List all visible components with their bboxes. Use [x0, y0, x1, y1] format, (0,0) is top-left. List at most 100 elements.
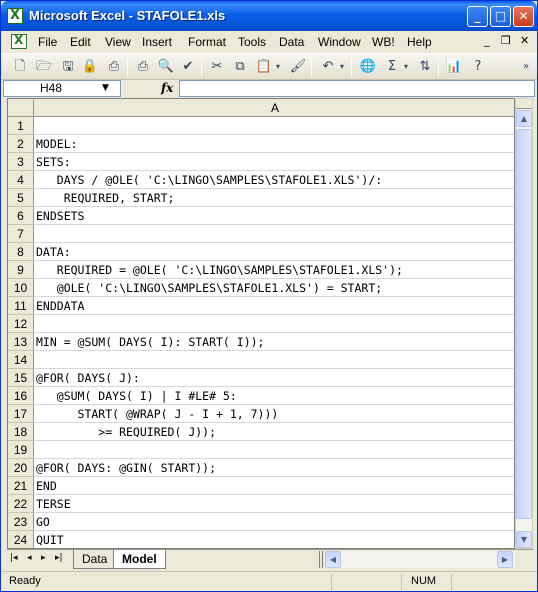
- menu-insert[interactable]: Insert: [142, 35, 172, 49]
- open-icon[interactable]: 🗁: [35, 58, 53, 76]
- cell-a24[interactable]: QUIT: [34, 531, 514, 548]
- row-header[interactable]: 1: [8, 117, 34, 135]
- cell-a19[interactable]: [34, 441, 514, 459]
- chart-wizard-icon[interactable]: 📊: [445, 58, 463, 76]
- permission-icon[interactable]: 🔒: [81, 58, 99, 76]
- menu-view[interactable]: View: [105, 35, 131, 49]
- scroll-up-button[interactable]: ▲: [516, 110, 532, 127]
- row-header[interactable]: 23: [8, 513, 34, 531]
- row-header[interactable]: 11: [8, 297, 34, 315]
- minimize-button[interactable]: _: [467, 6, 488, 27]
- scroll-thumb[interactable]: [516, 129, 532, 519]
- undo-icon[interactable]: ↶: [319, 58, 337, 76]
- cell-a22[interactable]: TERSE: [34, 495, 514, 513]
- row-header[interactable]: 20: [8, 459, 34, 477]
- insert-function-icon[interactable]: fx: [161, 81, 173, 95]
- row-header[interactable]: 18: [8, 423, 34, 441]
- maximize-button[interactable]: □: [490, 6, 511, 27]
- doc-restore-button[interactable]: ❐: [501, 34, 511, 47]
- row-header[interactable]: 8: [8, 243, 34, 261]
- sort-icon[interactable]: ⇅: [416, 58, 434, 76]
- row-header[interactable]: 17: [8, 405, 34, 423]
- menu-tools[interactable]: Tools: [238, 35, 266, 49]
- print-icon[interactable]: ⎙: [134, 58, 152, 76]
- cell-a18[interactable]: >= REQUIRED( J));: [34, 423, 514, 441]
- row-header[interactable]: 24: [8, 531, 34, 548]
- print-preview-icon[interactable]: ⎙: [105, 58, 123, 76]
- menu-format[interactable]: Format: [188, 35, 226, 49]
- cell-a15[interactable]: @FOR( DAYS( J):: [34, 369, 514, 387]
- scroll-down-button[interactable]: ▼: [516, 531, 532, 548]
- name-box-dropdown-icon[interactable]: ▼: [102, 83, 109, 93]
- cell-a16[interactable]: @SUM( DAYS( I) | I #LE# 5:: [34, 387, 514, 405]
- cell-a21[interactable]: END: [34, 477, 514, 495]
- row-header[interactable]: 7: [8, 225, 34, 243]
- row-header[interactable]: 6: [8, 207, 34, 225]
- row-header[interactable]: 19: [8, 441, 34, 459]
- cell-a2[interactable]: MODEL:: [34, 135, 514, 153]
- cell-a17[interactable]: START( @WRAP( J - I + 1, 7))): [34, 405, 514, 423]
- next-sheet-icon[interactable]: ▸: [41, 553, 46, 563]
- row-header[interactable]: 14: [8, 351, 34, 369]
- menu-wb[interactable]: WB!: [372, 35, 395, 49]
- cell-a3[interactable]: SETS:: [34, 153, 514, 171]
- cell-a6[interactable]: ENDSETS: [34, 207, 514, 225]
- menu-help[interactable]: Help: [407, 35, 432, 49]
- row-header[interactable]: 22: [8, 495, 34, 513]
- last-sheet-icon[interactable]: ▸|: [55, 553, 63, 563]
- cell-a7[interactable]: [34, 225, 514, 243]
- cell-a20[interactable]: @FOR( DAYS: @GIN( START));: [34, 459, 514, 477]
- research-icon[interactable]: 🔍: [157, 58, 175, 76]
- undo-dropdown-icon[interactable]: ▾: [337, 58, 347, 76]
- toolbar-options-icon[interactable]: »: [517, 58, 535, 76]
- paste-dropdown-icon[interactable]: ▾: [273, 58, 283, 76]
- sheet-tab-data[interactable]: Data: [73, 550, 117, 569]
- row-header[interactable]: 3: [8, 153, 34, 171]
- row-header[interactable]: 9: [8, 261, 34, 279]
- new-icon[interactable]: 🗋: [11, 58, 29, 76]
- menu-data[interactable]: Data: [279, 35, 304, 49]
- row-header[interactable]: 13: [8, 333, 34, 351]
- horizontal-scrollbar[interactable]: ◀ ▶: [325, 551, 515, 568]
- autosum-dropdown-icon[interactable]: ▾: [401, 58, 411, 76]
- cell-a10[interactable]: @OLE( 'C:\LINGO\SAMPLES\STAFOLE1.XLS') =…: [34, 279, 514, 297]
- formula-input[interactable]: [179, 80, 535, 97]
- close-button[interactable]: ✕: [513, 6, 534, 27]
- cell-a23[interactable]: GO: [34, 513, 514, 531]
- vertical-scrollbar[interactable]: ▲ ▼: [515, 98, 533, 549]
- menu-edit[interactable]: Edit: [70, 35, 91, 49]
- prev-sheet-icon[interactable]: ◂: [27, 553, 32, 563]
- first-sheet-icon[interactable]: |◂: [10, 553, 18, 563]
- cell-a13[interactable]: MIN = @SUM( DAYS( I): START( I));: [34, 333, 514, 351]
- save-icon[interactable]: 🖫: [59, 58, 77, 76]
- tab-split-handle[interactable]: [319, 551, 323, 568]
- row-header[interactable]: 12: [8, 315, 34, 333]
- help-icon[interactable]: ?: [469, 58, 487, 76]
- cell-a5[interactable]: REQUIRED, START;: [34, 189, 514, 207]
- select-all-corner[interactable]: [8, 99, 34, 117]
- worksheet-grid[interactable]: A 1 2 MODEL: 3 SETS: 4 DAYS / @OLE( 'C:\LINGO…: [7, 98, 515, 549]
- row-header[interactable]: 4: [8, 171, 34, 189]
- split-box[interactable]: [516, 99, 532, 109]
- doc-minimize-button[interactable]: _: [484, 34, 490, 47]
- hyperlink-icon[interactable]: 🌐: [359, 58, 377, 76]
- column-header-a[interactable]: A: [34, 99, 514, 117]
- scroll-left-button[interactable]: ◀: [325, 551, 341, 568]
- doc-close-button[interactable]: ✕: [520, 34, 529, 47]
- row-header[interactable]: 15: [8, 369, 34, 387]
- cell-a11[interactable]: ENDDATA: [34, 297, 514, 315]
- row-header[interactable]: 10: [8, 279, 34, 297]
- cell-a8[interactable]: DATA:: [34, 243, 514, 261]
- row-header[interactable]: 5: [8, 189, 34, 207]
- spelling-icon[interactable]: ✔: [179, 58, 197, 76]
- scroll-right-button[interactable]: ▶: [497, 551, 513, 568]
- sheet-tab-model[interactable]: Model: [113, 550, 166, 569]
- menu-file[interactable]: File: [38, 35, 57, 49]
- paste-icon[interactable]: 📋: [255, 58, 273, 76]
- cut-icon[interactable]: ✂: [208, 58, 226, 76]
- workbook-icon[interactable]: [11, 33, 27, 49]
- menu-window[interactable]: Window: [318, 35, 361, 49]
- row-header[interactable]: 16: [8, 387, 34, 405]
- row-header[interactable]: 2: [8, 135, 34, 153]
- row-header[interactable]: 21: [8, 477, 34, 495]
